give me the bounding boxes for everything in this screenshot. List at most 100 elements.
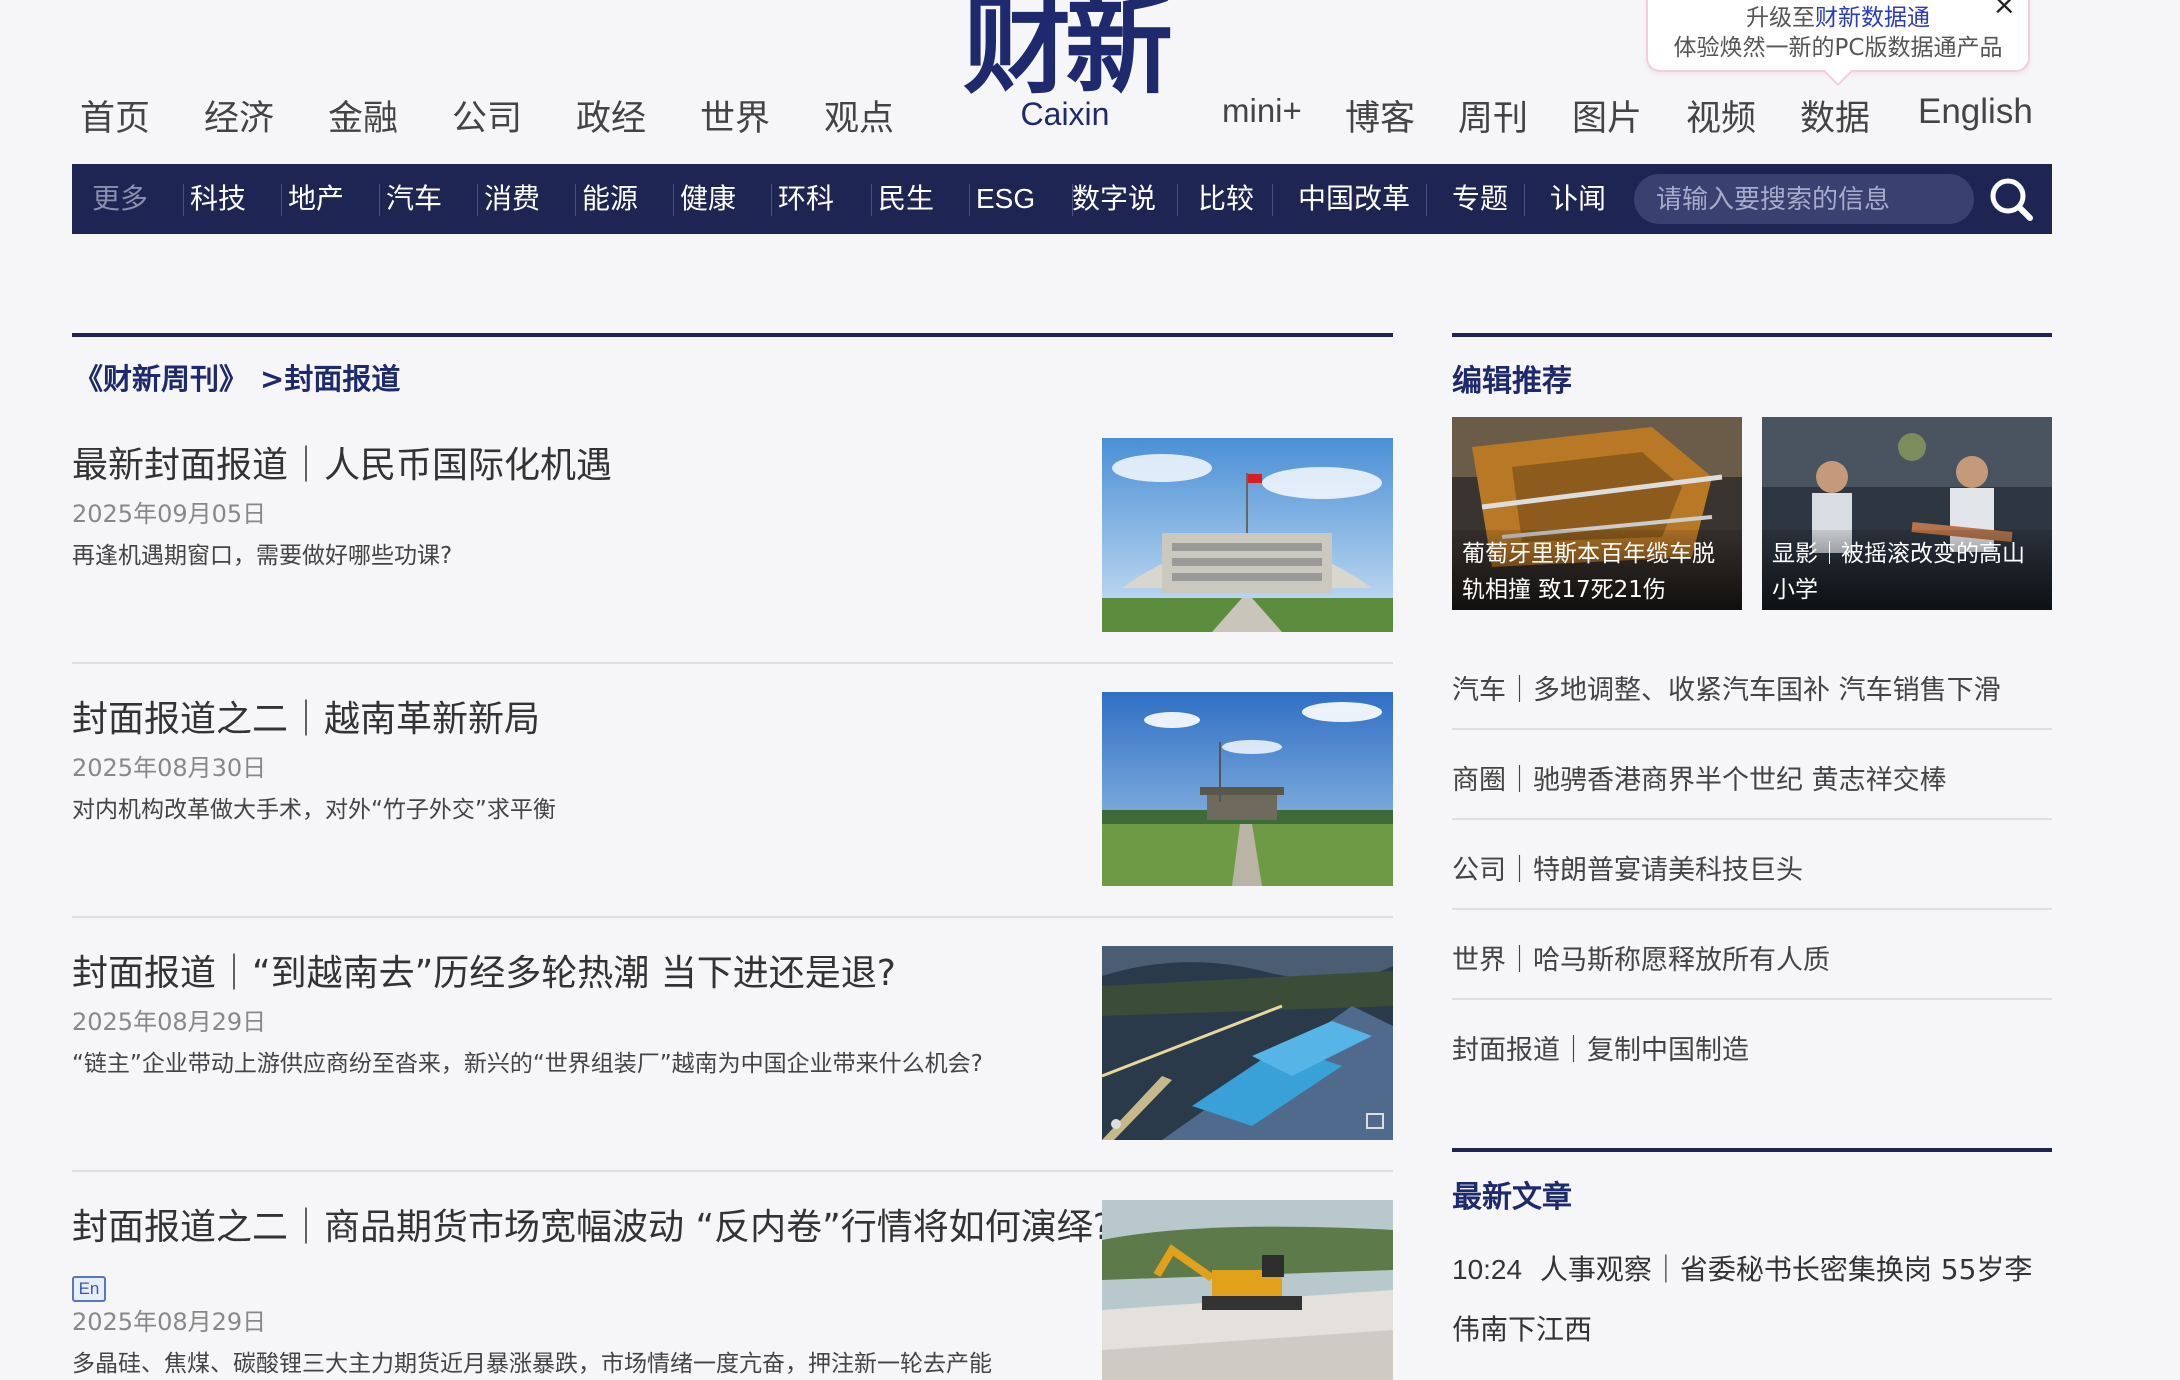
article-item: 封面报道｜“到越南去”历经多轮热潮 当下进还是退? 2025年08月29日 “链…: [72, 944, 1393, 1172]
breadcrumb-weekly[interactable]: 《财新周刊》: [74, 362, 248, 396]
feature-caption: 显影｜被摇滚改变的高山小学: [1772, 541, 2025, 603]
recommended-link[interactable]: 封面报道｜复制中国制造: [1452, 1028, 2052, 1067]
section-rule: [72, 333, 1393, 337]
article-title[interactable]: 封面报道之二｜越南革新新局: [72, 690, 540, 742]
subnav-more[interactable]: 更多: [92, 164, 148, 234]
article-summary: 对内机构改革做大手术，对外“竹子外交”求平衡: [72, 797, 556, 823]
nav-opinion[interactable]: 观点: [824, 90, 894, 141]
divider: [1452, 998, 2052, 1000]
article-thumbnail[interactable]: [1102, 692, 1393, 886]
subnav-livelihood[interactable]: 民生: [878, 164, 934, 234]
nav-economy[interactable]: 经济: [204, 90, 274, 141]
close-icon[interactable]: ×: [1993, 0, 2016, 21]
divider: [1177, 184, 1178, 216]
subnav-health[interactable]: 健康: [680, 164, 736, 234]
recommended-link[interactable]: 公司｜特朗普宴请美科技巨头: [1452, 848, 2052, 887]
nav-home[interactable]: 首页: [80, 90, 150, 141]
article-thumbnail[interactable]: [1102, 1200, 1393, 1380]
subnav-auto[interactable]: 汽车: [386, 164, 442, 234]
english-version-badge[interactable]: En: [72, 1276, 106, 1302]
feature-card[interactable]: 葡萄牙里斯本百年缆车脱轨相撞 致17死21伤: [1452, 417, 1742, 610]
divider: [379, 184, 380, 216]
breadcrumb-cover-story[interactable]: >封面报道: [260, 362, 400, 396]
divider: [871, 184, 872, 216]
breadcrumb: 《财新周刊》 >封面报道: [74, 356, 400, 398]
subnav-energy[interactable]: 能源: [582, 164, 638, 234]
divider: [771, 184, 772, 216]
recommended-link[interactable]: 汽车｜多地调整、收紧汽车国补 汽车销售下滑: [1452, 668, 2052, 707]
divider: [1524, 184, 1525, 216]
search-button[interactable]: [1986, 174, 2036, 224]
article-title[interactable]: 封面报道之二｜商品期货市场宽幅波动 “反内卷”行情将如何演绎?: [72, 1198, 1112, 1250]
subnav-consumer[interactable]: 消费: [484, 164, 540, 234]
promo-pointer: [1823, 57, 1853, 87]
secondary-nav-bar: 更多 科技 地产 汽车 消费 能源 健康 环科 民生 ESG 数字说 比较 中国…: [72, 164, 2052, 234]
feature-caption: 葡萄牙里斯本百年缆车脱轨相撞 致17死21伤: [1462, 541, 1715, 603]
subnav-data-talk[interactable]: 数字说: [1072, 164, 1156, 234]
nav-video[interactable]: 视频: [1686, 90, 1756, 141]
divider: [575, 184, 576, 216]
nav-data[interactable]: 数据: [1800, 90, 1870, 141]
nav-politics[interactable]: 政经: [576, 90, 646, 141]
feature-card[interactable]: 显影｜被摇滚改变的高山小学: [1762, 417, 2052, 610]
subnav-esg[interactable]: ESG: [976, 164, 1035, 234]
subnav-obituary[interactable]: 讣闻: [1550, 164, 1606, 234]
editor-picks-heading: 编辑推荐: [1452, 364, 1572, 399]
latest-article-time: 10:24: [1452, 1254, 1523, 1285]
article-summary: “链主”企业带动上游供应商纷至沓来，新兴的“世界组装厂”越南为中国企业带来什么机…: [72, 1051, 983, 1077]
divider: [673, 184, 674, 216]
article-item: 封面报道之二｜商品期货市场宽幅波动 “反内卷”行情将如何演绎? En 2025年…: [72, 1198, 1393, 1380]
excavator-image: [1102, 1200, 1393, 1380]
nav-photos[interactable]: 图片: [1572, 90, 1642, 141]
article-thumbnail[interactable]: [1102, 438, 1393, 632]
nav-finance[interactable]: 金融: [328, 90, 398, 141]
subnav-special[interactable]: 专题: [1452, 164, 1508, 234]
divider: [1452, 818, 2052, 820]
subnav-property[interactable]: 地产: [288, 164, 344, 234]
article-title[interactable]: 最新封面报道｜人民币国际化机遇: [72, 436, 612, 488]
recommended-link[interactable]: 商圈｜驰骋香港商界半个世纪 黄志祥交棒: [1452, 758, 2052, 797]
bank-building-image: [1102, 438, 1393, 632]
article-summary: 再逢机遇期窗口，需要做好哪些功课?: [72, 543, 453, 569]
article-date: 2025年08月29日: [72, 1308, 267, 1336]
article-title[interactable]: 封面报道｜“到越南去”历经多轮热潮 当下进还是退?: [72, 944, 896, 996]
mausoleum-image: [1102, 692, 1393, 886]
industrial-park-image: [1102, 946, 1393, 1140]
article-date: 2025年08月30日: [72, 754, 267, 782]
article-thumbnail[interactable]: [1102, 946, 1393, 1140]
nav-mini-plus[interactable]: mini+: [1222, 92, 1302, 130]
nav-companies[interactable]: 公司: [452, 90, 522, 141]
article-item: 封面报道之二｜越南革新新局 2025年08月30日 对内机构改革做大手术，对外“…: [72, 690, 1393, 918]
feature-caption-bg: 显影｜被摇滚改变的高山小学: [1762, 530, 2052, 610]
logo-en-text: Caixin: [1020, 96, 1110, 132]
subnav-china-reform[interactable]: 中国改革: [1298, 164, 1410, 234]
article-divider: [72, 1170, 1393, 1172]
recommended-link[interactable]: 世界｜哈马斯称愿释放所有人质: [1452, 938, 2052, 977]
latest-article-title: 人事观察｜省委秘书长密集换岗 55岁李伟南下江西: [1452, 1253, 2033, 1346]
subnav-tech[interactable]: 科技: [190, 164, 246, 234]
divider: [1426, 184, 1427, 216]
search-icon: [1990, 178, 2033, 221]
search-input[interactable]: [1654, 174, 1958, 226]
sidebar-rule: [1452, 1148, 2052, 1152]
nav-english[interactable]: English: [1918, 92, 2033, 132]
subnav-environment[interactable]: 环科: [778, 164, 834, 234]
caixin-logo[interactable]: 财新 Caixin: [955, 0, 1175, 140]
divider: [477, 184, 478, 216]
article-item: 最新封面报道｜人民币国际化机遇 2025年09月05日 再逢机遇期窗口，需要做好…: [72, 436, 1393, 664]
logo-cn-text: 财新: [962, 0, 1173, 109]
nav-blog[interactable]: 博客: [1345, 90, 1415, 141]
sidebar-rule: [1452, 333, 2052, 337]
divider: [1452, 908, 2052, 910]
nav-weekly[interactable]: 周刊: [1458, 90, 1528, 141]
divider: [183, 184, 184, 216]
subnav-compare[interactable]: 比较: [1198, 164, 1254, 234]
latest-article-link[interactable]: 10:24 人事观察｜省委秘书长密集换岗 55岁李伟南下江西: [1452, 1240, 2052, 1360]
divider: [969, 184, 970, 216]
divider: [1452, 728, 2052, 730]
nav-world[interactable]: 世界: [700, 90, 770, 141]
data-upgrade-promo[interactable]: 升级至财新数据通 体验焕然一新的PC版数据通产品 ×: [1646, 0, 2030, 87]
feature-caption-bg: 葡萄牙里斯本百年缆车脱轨相撞 致17死21伤: [1452, 530, 1742, 610]
article-date: 2025年09月05日: [72, 500, 267, 528]
article-divider: [72, 916, 1393, 918]
